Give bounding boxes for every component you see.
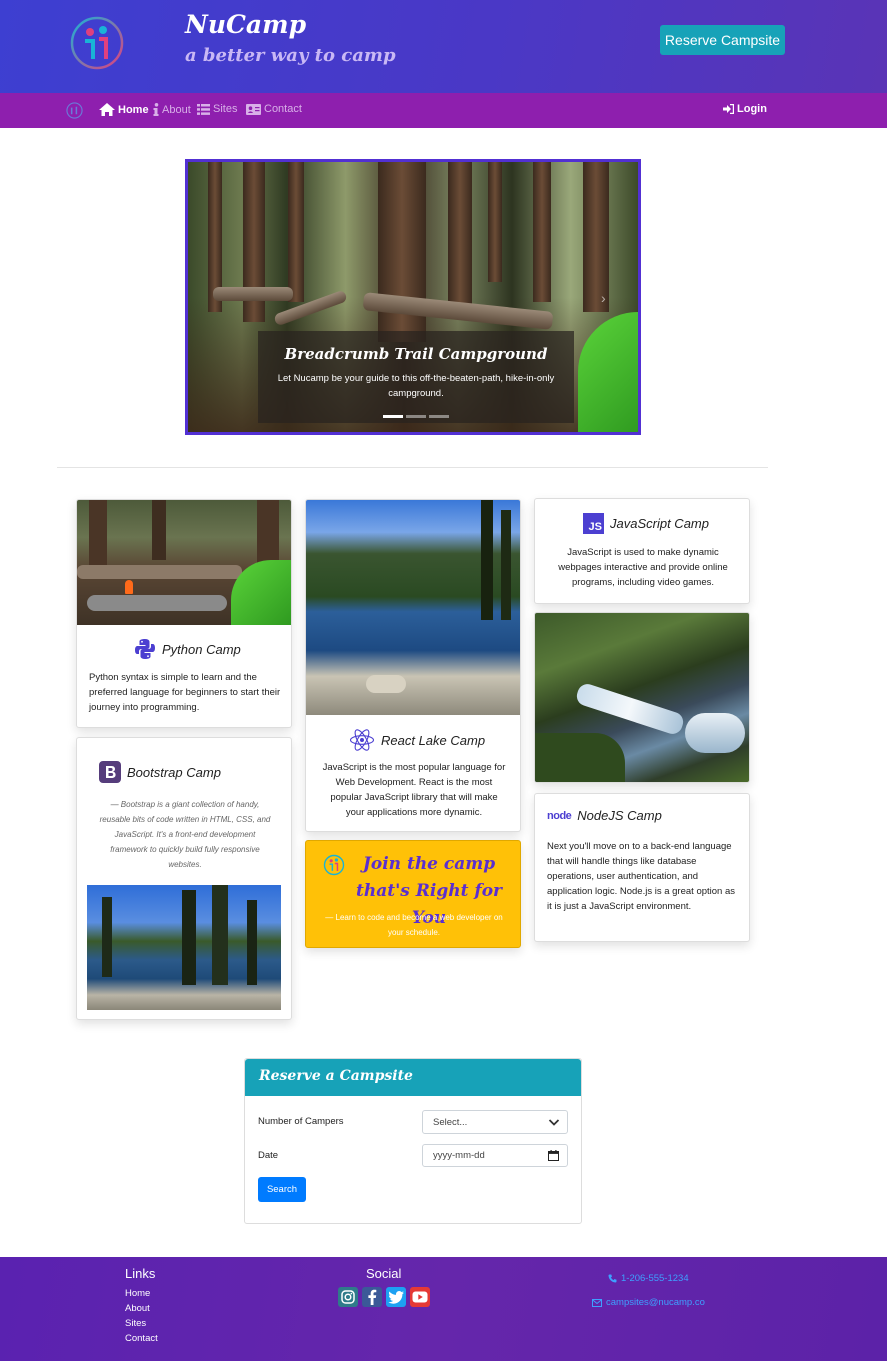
youtube-icon[interactable] [410,1287,430,1307]
envelope-icon [592,1298,602,1307]
hero-carousel[interactable]: › Breadcrumb Trail Campground Let Nucamp… [185,159,641,435]
react-lake-camp-card: React Lake Camp JavaScript is the most p… [305,499,521,832]
footer-phone-text: 1-206-555-1234 [621,1273,689,1284]
date-input[interactable]: yyyy-mm-dd [422,1144,568,1167]
brand-title: NuCamp [185,10,307,39]
nucamp-logo[interactable] [68,14,126,72]
date-label: Date [258,1150,279,1161]
nodejs-card-heading: node NodeJS Camp [547,808,662,823]
bootstrap-camp-card: Bootstrap Camp — Bootstrap is a giant co… [76,737,292,1020]
nav-item-home[interactable]: Home [99,103,149,116]
chevron-down-icon [548,1119,560,1126]
campfire-image [77,500,291,625]
brand-subtitle: a better way to camp [185,45,396,66]
reserve-campsite-button[interactable]: Reserve Campsite [660,25,785,55]
login-link[interactable]: Login [723,103,767,115]
python-card-heading: Python Camp [134,638,241,660]
nav-logo-icon[interactable] [66,102,83,119]
login-label: Login [737,103,767,115]
nodejs-camp-card: node NodeJS Camp Next you'll move on to … [534,793,750,942]
carousel-next-icon[interactable]: › [601,290,606,306]
python-card-title: Python Camp [162,641,241,657]
form-header: Reserve a Campsite [245,1059,581,1096]
carousel-indicator-1[interactable] [383,415,403,418]
footer-link-sites[interactable]: Sites [125,1318,146,1329]
react-card-heading: React Lake Camp [349,728,485,752]
nav-label-about: About [162,103,191,116]
bootstrap-icon [99,761,121,783]
react-card-text: JavaScript is the most popular language … [322,762,506,818]
facebook-icon[interactable] [362,1287,382,1307]
footer-email[interactable]: campsites@nucamp.co [592,1297,705,1308]
home-icon [99,103,115,116]
lake-image [87,885,281,1010]
date-placeholder: yyyy-mm-dd [433,1150,485,1161]
instagram-icon[interactable] [338,1287,358,1307]
promo-text: — Learn to code and become a web develop… [325,913,503,937]
carousel-indicator-2[interactable] [406,415,426,418]
javascript-card-title: JavaScript Camp [610,516,709,531]
campers-select[interactable]: Select... [422,1110,568,1134]
nav-label-contact: Contact [264,103,302,115]
nodejs-card-title: NodeJS Camp [577,808,662,823]
footer-social-heading: Social [366,1266,402,1281]
campers-label: Number of Campers [258,1116,344,1127]
footer-email-text: campsites@nucamp.co [606,1297,705,1308]
twitter-icon[interactable] [386,1287,406,1307]
nav-label-home: Home [118,103,149,116]
search-button[interactable]: Search [258,1177,306,1202]
javascript-card-heading: JS JavaScript Camp [583,513,709,534]
footer-link-home[interactable]: Home [125,1288,150,1299]
python-icon [135,639,155,659]
footer-phone[interactable]: 1-206-555-1234 [608,1273,689,1284]
carousel-indicator-3[interactable] [429,415,449,418]
react-icon [349,729,375,751]
react-lake-image [306,500,520,715]
info-icon [153,103,159,116]
promo-logo-icon [323,854,345,876]
nav-label-sites: Sites [213,103,238,115]
form-title: Reserve a Campsite [259,1068,413,1084]
site-header: NuCamp a better way to camp Reserve Camp… [0,0,887,93]
carousel-caption: Breadcrumb Trail Campground Let Nucamp b… [258,331,574,423]
python-camp-card: Python Camp Python syntax is simple to l… [76,499,292,728]
python-card-text: Python syntax is simple to learn and the… [89,672,281,713]
address-card-icon [246,103,261,115]
carousel-caption-title: Breadcrumb Trail Campground [284,345,548,363]
phone-icon [608,1274,617,1283]
bootstrap-card-title: Bootstrap Camp [127,764,221,780]
javascript-icon: JS [583,513,604,534]
join-camp-promo-card[interactable]: Join the camp that's Right for You — Lea… [305,840,521,948]
react-card-title: React Lake Camp [381,732,486,748]
nav-item-about[interactable]: About [153,103,191,116]
javascript-camp-card: JS JavaScript Camp JavaScript is used to… [534,498,750,604]
nav-item-sites[interactable]: Sites [197,103,237,115]
reserve-campsite-form: Reserve a Campsite Number of Campers Sel… [244,1058,582,1224]
bootstrap-card-heading: Bootstrap Camp [99,761,221,783]
carousel-caption-text: Let Nucamp be your guide to this off-the… [277,373,555,399]
bootstrap-card-quote: — Bootstrap is a giant collection of han… [99,800,271,869]
list-icon [197,103,210,115]
main-navbar: Home About Sites Contact Login [0,93,887,128]
calendar-icon[interactable] [548,1150,559,1161]
waterfall-image [534,612,750,783]
sign-in-icon [723,104,734,114]
footer-link-contact[interactable]: Contact [125,1333,158,1344]
footer-links-heading: Links [125,1266,156,1281]
nodejs-icon: node [547,809,572,822]
footer-link-about[interactable]: About [125,1303,150,1314]
nodejs-card-text: Next you'll move on to a back-end langua… [547,841,736,912]
campers-select-value: Select... [433,1117,468,1128]
site-footer: Links Home About Sites Contact Social 1-… [0,1257,887,1361]
nav-item-contact[interactable]: Contact [246,103,302,115]
javascript-card-text: JavaScript is used to make dynamic webpa… [558,547,728,588]
section-divider [57,467,768,468]
